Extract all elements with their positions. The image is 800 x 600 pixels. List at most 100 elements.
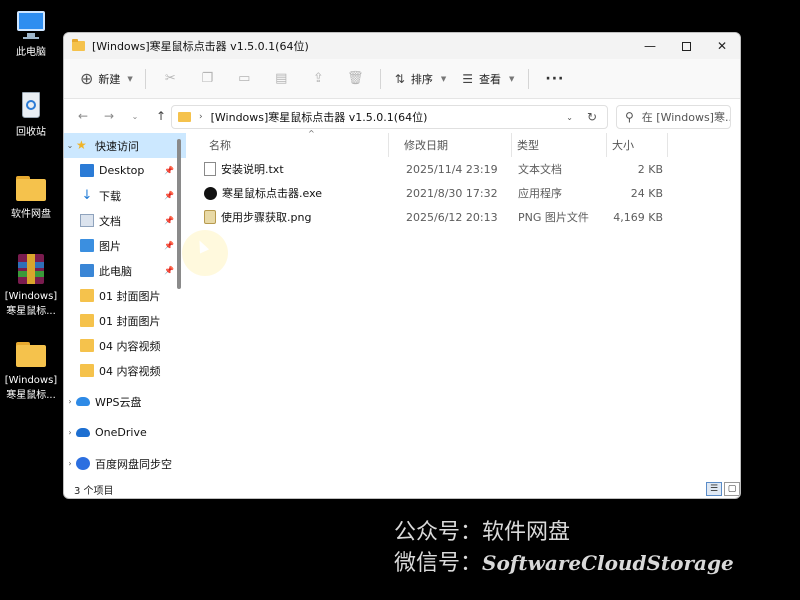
details-view-button[interactable]: ☰ bbox=[706, 482, 722, 496]
sort-button[interactable]: ⇅ 排序 ▼ bbox=[387, 66, 454, 92]
sidebar-item-folder[interactable]: 01 封面图片 bbox=[64, 283, 186, 308]
desktop-icon-recycle-bin[interactable]: 回收站 bbox=[2, 88, 60, 140]
pictures-icon bbox=[80, 239, 94, 252]
new-button-label: 新建 bbox=[98, 72, 121, 86]
sidebar-item-onedrive[interactable]: › OneDrive bbox=[64, 420, 186, 445]
monitor-icon bbox=[14, 8, 48, 42]
chevron-down-icon: ▼ bbox=[127, 74, 133, 83]
copy-button[interactable]: ❐ bbox=[189, 66, 226, 92]
file-type: PNG 图片文件 bbox=[518, 211, 589, 224]
sidebar-item-label: 01 封面图片 bbox=[99, 289, 161, 303]
arrow-right-icon: → bbox=[103, 109, 115, 123]
search-box[interactable]: ⚲ 在 [Windows]寒... bbox=[616, 105, 731, 129]
refresh-icon[interactable]: ↻ bbox=[587, 110, 597, 124]
computer-icon bbox=[80, 264, 94, 277]
file-type: 应用程序 bbox=[518, 187, 562, 200]
pin-icon: 📌 bbox=[164, 216, 174, 225]
view-button[interactable]: ☰ 查看 ▼ bbox=[454, 66, 522, 92]
address-bar[interactable]: › [Windows]寒星鼠标点击器 v1.5.0.1(64位) ⌄ ↻ bbox=[171, 105, 608, 129]
pin-icon: 📌 bbox=[164, 241, 174, 250]
forward-button[interactable]: → bbox=[96, 103, 122, 129]
column-header-size[interactable]: 大小 bbox=[607, 133, 668, 157]
image-file-icon bbox=[204, 210, 216, 224]
file-size: 2 KB bbox=[637, 162, 663, 176]
close-button[interactable]: ✕ bbox=[704, 33, 740, 59]
desktop-icon-label: 回收站 bbox=[16, 127, 46, 138]
file-name: 安装说明.txt bbox=[221, 163, 284, 176]
sidebar-item-folder[interactable]: 01 封面图片 bbox=[64, 308, 186, 333]
new-button[interactable]: ⊕ 新建 ▼ bbox=[74, 66, 139, 92]
desktop-icon-label: [Windows] 寒星鼠标... bbox=[4, 375, 58, 401]
search-placeholder: 在 [Windows]寒... bbox=[641, 111, 731, 124]
toolbar-divider bbox=[528, 68, 530, 89]
breadcrumb-chevron-icon: › bbox=[199, 112, 203, 122]
cut-button[interactable]: ✂ bbox=[152, 66, 189, 92]
column-header-date[interactable]: 修改日期 bbox=[399, 133, 512, 157]
sidebar-item-label: 01 封面图片 bbox=[99, 314, 161, 328]
sidebar-item-this-pc[interactable]: 此电脑 📌 bbox=[64, 258, 186, 283]
chevron-right-icon[interactable]: › bbox=[64, 428, 76, 437]
trash-icon: 🗑 bbox=[347, 71, 364, 86]
column-header-name[interactable]: 名称 ^ bbox=[204, 129, 389, 157]
share-icon: ⇪ bbox=[312, 71, 324, 86]
sidebar-item-folder[interactable]: 04 内容视频 bbox=[64, 333, 186, 358]
chevron-down-icon[interactable]: ⌄ bbox=[64, 141, 76, 150]
sidebar-item-pictures[interactable]: 图片 📌 bbox=[64, 233, 186, 258]
watermark-line-1: 公众号：软件网盘 bbox=[394, 520, 571, 545]
desktop-icon-archive[interactable]: [Windows] 寒星鼠标... bbox=[2, 252, 60, 319]
paste-button[interactable]: ▭ bbox=[226, 66, 263, 92]
sidebar-item-label: 此电脑 bbox=[99, 264, 132, 278]
sidebar-item-wps-cloud[interactable]: › WPS云盘 bbox=[64, 389, 186, 414]
column-header-label: 修改日期 bbox=[404, 139, 448, 152]
tiles-view-button[interactable]: ▢ bbox=[724, 482, 740, 496]
paste-icon: ▭ bbox=[238, 71, 251, 86]
chevron-down-icon: ▼ bbox=[440, 74, 447, 83]
sort-button-label: 排序 bbox=[410, 72, 433, 86]
maximize-button[interactable] bbox=[668, 33, 704, 59]
desktop-icon-label: 软件网盘 bbox=[11, 209, 51, 220]
delete-button[interactable]: 🗑 bbox=[337, 66, 374, 92]
cloud-icon bbox=[76, 397, 90, 406]
folder-icon bbox=[80, 364, 94, 377]
chevron-right-icon[interactable]: › bbox=[64, 397, 76, 406]
file-row[interactable]: 寒星鼠标点击器.exe 2021/8/30 17:32 应用程序 24 KB bbox=[194, 181, 740, 205]
share-button[interactable]: ⇪ bbox=[300, 66, 337, 92]
file-name-cell: 使用步骤获取.png bbox=[204, 205, 311, 229]
desktop-icon-this-pc[interactable]: 此电脑 bbox=[2, 8, 60, 60]
sidebar-item-baidu-sync[interactable]: › 百度网盘同步空 bbox=[64, 451, 186, 476]
more-icon: ··· bbox=[545, 70, 565, 87]
desktop-icon-folder[interactable]: [Windows] 寒星鼠标... bbox=[2, 336, 60, 403]
recent-locations-button[interactable]: ⌄ bbox=[122, 103, 148, 129]
view-icon: ☰ bbox=[462, 71, 474, 86]
toolbar-divider bbox=[144, 68, 146, 89]
sidebar-item-label: 04 内容视频 bbox=[99, 339, 161, 353]
sidebar-item-folder[interactable]: 04 内容视频 bbox=[64, 358, 186, 383]
file-row[interactable]: 使用步骤获取.png 2025/6/12 20:13 PNG 图片文件 4,16… bbox=[194, 205, 740, 229]
sidebar-item-desktop[interactable]: Desktop 📌 bbox=[64, 158, 186, 183]
sidebar-scrollbar[interactable] bbox=[177, 139, 181, 289]
breadcrumb-current[interactable]: [Windows]寒星鼠标点击器 v1.5.0.1(64位) bbox=[211, 109, 428, 125]
sidebar-item-quick-access[interactable]: ⌄ ★ 快速访问 bbox=[64, 133, 186, 158]
file-date: 2025/11/4 23:19 bbox=[406, 162, 498, 176]
desktop: 此电脑 回收站 软件网盘 [Windows] 寒星鼠标... [Windows]… bbox=[0, 0, 800, 600]
file-list: 名称 ^ 修改日期 类型 大小 安装说明.txt 2025/11/4 23:19… bbox=[194, 129, 740, 479]
column-header-type[interactable]: 类型 bbox=[512, 133, 607, 157]
chevron-right-icon[interactable]: › bbox=[64, 459, 76, 468]
sort-icon: ⇅ bbox=[394, 71, 405, 86]
file-name: 使用步骤获取.png bbox=[221, 211, 312, 224]
minimize-button[interactable]: — bbox=[632, 33, 668, 59]
sidebar-item-documents[interactable]: 文档 📌 bbox=[64, 208, 186, 233]
desktop-icon-software-drive[interactable]: 软件网盘 bbox=[2, 170, 60, 222]
more-button[interactable]: ··· bbox=[535, 66, 574, 92]
tiles-view-icon: ▢ bbox=[727, 484, 737, 494]
minimize-icon: — bbox=[644, 39, 656, 53]
file-row[interactable]: 安装说明.txt 2025/11/4 23:19 文本文档 2 KB bbox=[194, 157, 740, 181]
title-bar[interactable]: [Windows]寒星鼠标点击器 v1.5.0.1(64位) — ✕ bbox=[64, 33, 740, 59]
back-button[interactable]: ← bbox=[70, 103, 96, 129]
file-date: 2025/6/12 20:13 bbox=[406, 210, 498, 224]
search-icon: ⚲ bbox=[625, 110, 634, 124]
sort-ascending-icon: ^ bbox=[308, 129, 315, 138]
chevron-down-icon[interactable]: ⌄ bbox=[566, 113, 573, 122]
sidebar-item-downloads[interactable]: ↓ 下载 📌 bbox=[64, 183, 186, 208]
rename-button[interactable]: ▤ bbox=[263, 66, 300, 92]
